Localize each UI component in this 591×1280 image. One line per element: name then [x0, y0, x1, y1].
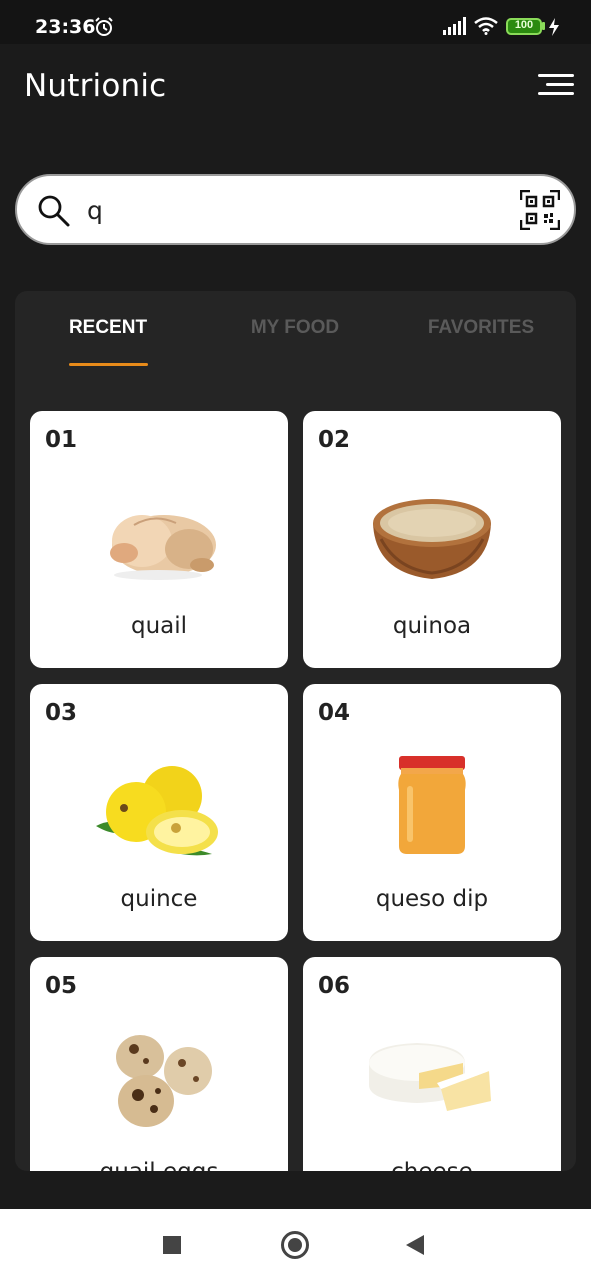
food-name: cheese — [303, 1159, 561, 1171]
food-panel: RECENT MY FOOD FAVORITES 01 quail 02 qui… — [15, 291, 576, 1171]
cheese-image — [369, 1043, 491, 1111]
recents-square-icon[interactable] — [163, 1236, 181, 1254]
wifi-icon — [474, 17, 498, 35]
food-card[interactable]: 06 cheese — [303, 957, 561, 1171]
food-number: 04 — [318, 700, 351, 726]
food-number: 03 — [45, 700, 78, 726]
alarm-icon — [95, 17, 113, 36]
food-name: queso dip — [375, 886, 489, 912]
quinoa-image — [373, 499, 491, 579]
home-circle-icon[interactable] — [281, 1231, 309, 1259]
food-card[interactable]: 03 quince — [30, 684, 288, 941]
food-number: 06 — [318, 973, 351, 999]
qr-code-icon[interactable] — [520, 190, 560, 230]
app-title: Nutrionic — [24, 68, 167, 104]
status-time: 23:36 — [35, 16, 96, 38]
quince-image — [96, 766, 218, 856]
charging-bolt-icon — [549, 18, 559, 36]
search-bar[interactable] — [15, 174, 576, 245]
food-name: quail eggs — [30, 1159, 288, 1171]
hamburger-menu-icon[interactable] — [534, 72, 574, 98]
food-name: quinoa — [392, 613, 472, 639]
battery-level: 100 — [514, 19, 534, 31]
search-input[interactable] — [87, 190, 507, 230]
food-name: quince — [120, 886, 198, 912]
food-number: 05 — [45, 973, 78, 999]
tab-my-food[interactable]: MY FOOD — [235, 317, 355, 339]
food-card[interactable]: 01 quail — [30, 411, 288, 668]
system-nav-bar — [0, 1209, 591, 1280]
food-card[interactable]: 02 quinoa — [303, 411, 561, 668]
queso-dip-image — [398, 756, 466, 854]
food-number: 02 — [318, 427, 351, 453]
back-triangle-icon[interactable] — [406, 1235, 424, 1255]
food-card[interactable]: 05 quail eggs — [30, 957, 288, 1171]
food-name: quail — [130, 613, 188, 639]
food-number: 01 — [45, 427, 78, 453]
food-card[interactable]: 04 queso dip — [303, 684, 561, 941]
battery-cap — [542, 22, 545, 30]
signal-icon — [443, 17, 466, 35]
quail-image — [110, 515, 216, 580]
battery-icon: 100 — [506, 18, 542, 35]
tab-recent[interactable]: RECENT — [57, 317, 159, 339]
quail-eggs-image — [116, 1035, 212, 1127]
status-bar: 23:36 100 — [0, 0, 591, 44]
search-icon[interactable] — [37, 194, 71, 228]
tab-favorites[interactable]: FAVORITES — [420, 317, 542, 339]
active-tab-indicator — [69, 363, 148, 366]
